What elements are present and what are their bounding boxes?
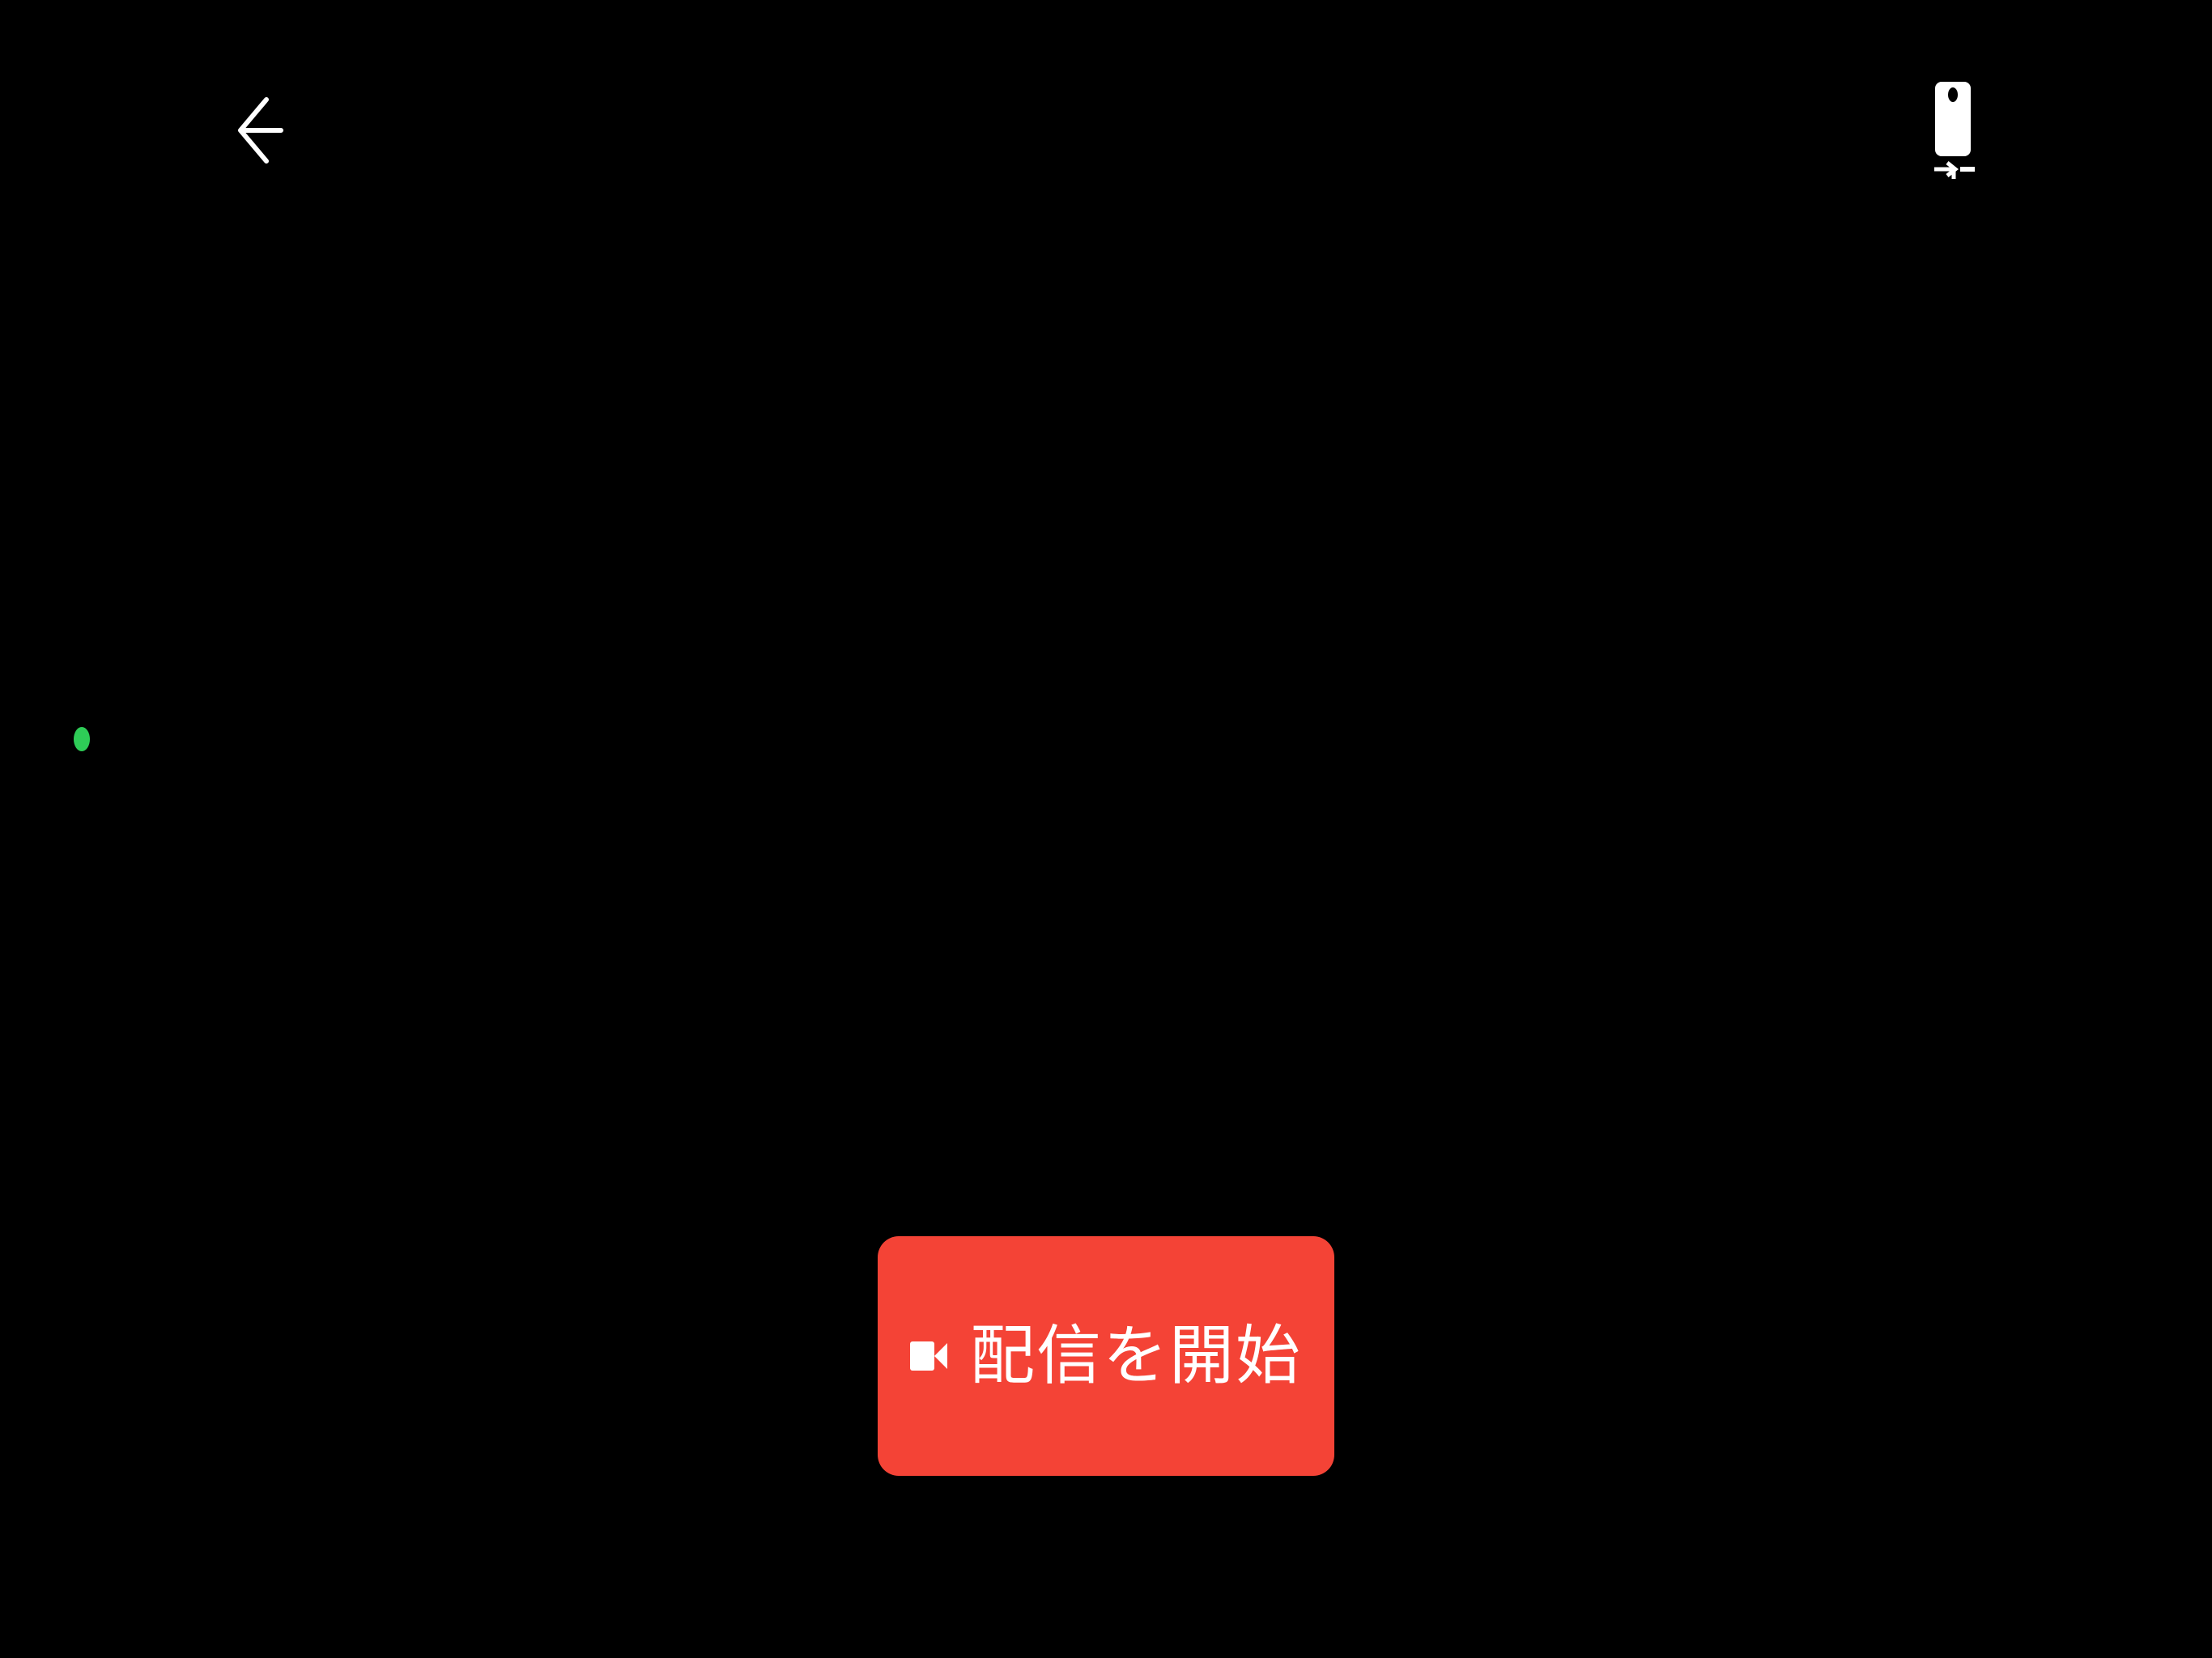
camera-preview: 配信を開始	[0, 0, 2212, 1658]
live-status-indicator	[74, 727, 90, 751]
start-broadcast-button[interactable]: 配信を開始	[878, 1236, 1334, 1476]
switch-camera-button[interactable]	[1919, 77, 1992, 186]
switch-camera-icon	[1933, 79, 1978, 185]
arrow-left-icon	[234, 95, 284, 169]
back-button[interactable]	[223, 93, 296, 171]
videocam-icon	[910, 1338, 947, 1374]
start-broadcast-label: 配信を開始	[970, 1318, 1302, 1393]
